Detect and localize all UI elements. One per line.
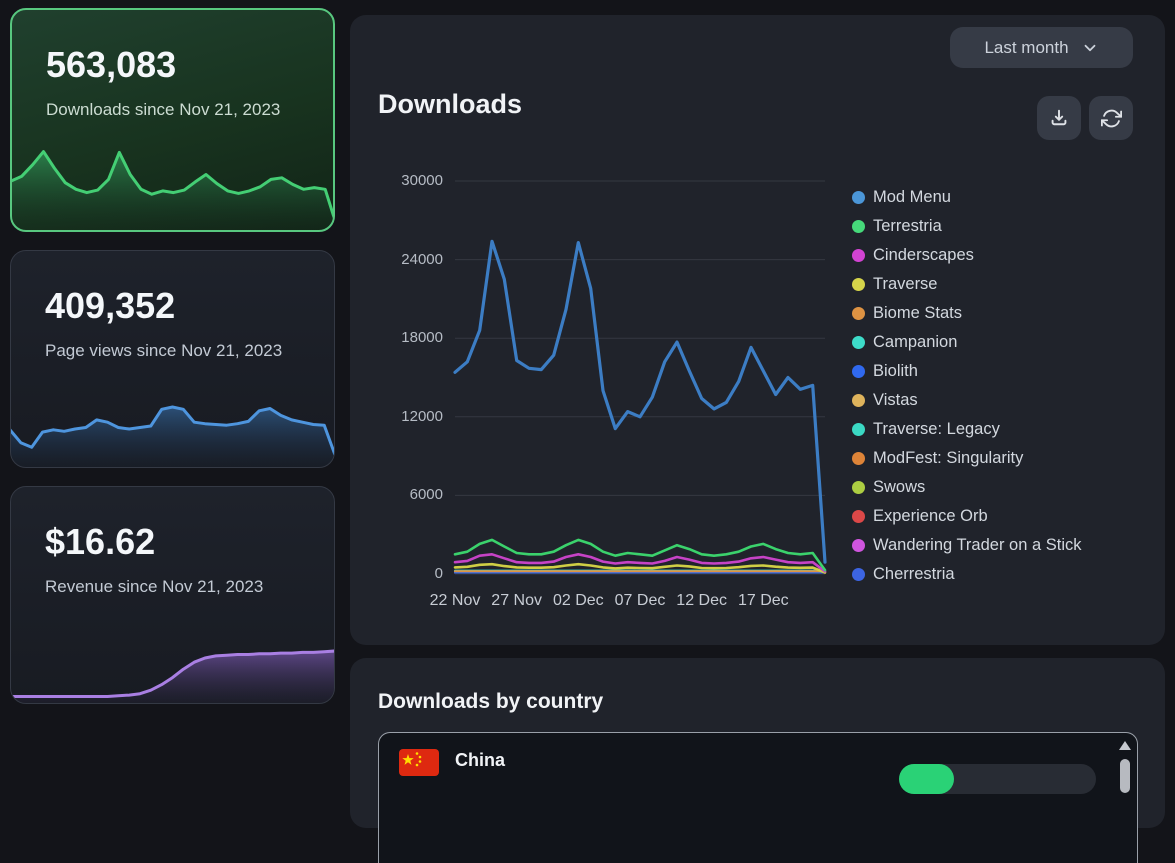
legend-item[interactable]: Traverse bbox=[852, 270, 1082, 299]
legend-color-dot bbox=[852, 336, 865, 349]
legend-item[interactable]: Terrestria bbox=[852, 212, 1082, 241]
x-axis-tick: 17 Dec bbox=[738, 592, 789, 610]
legend-item-label: Experience Orb bbox=[873, 507, 988, 526]
legend-color-dot bbox=[852, 568, 865, 581]
scroll-up-arrow-icon[interactable] bbox=[1119, 741, 1131, 750]
export-download-button[interactable] bbox=[1037, 96, 1081, 140]
legend-item[interactable]: Cinderscapes bbox=[852, 241, 1082, 270]
stat-card-downloads[interactable]: 563,083 Downloads since Nov 21, 2023 bbox=[10, 8, 335, 232]
legend-item-label: ModFest: Singularity bbox=[873, 449, 1023, 468]
revenue-sparkline bbox=[10, 626, 335, 704]
x-axis-tick: 12 Dec bbox=[676, 592, 727, 610]
legend-item[interactable]: ModFest: Singularity bbox=[852, 444, 1082, 473]
downloads-by-country-panel: Downloads by country China bbox=[350, 658, 1165, 828]
panel-title: Downloads bbox=[378, 89, 522, 120]
x-axis-tick: 22 Nov bbox=[430, 592, 481, 610]
x-axis-tick: 27 Nov bbox=[491, 592, 542, 610]
page-views-sparkline bbox=[10, 384, 335, 468]
page-views-total: 409,352 bbox=[45, 285, 175, 327]
analytics-dashboard: 563,083 Downloads since Nov 21, 2023 409… bbox=[0, 0, 1175, 774]
stat-card-page-views[interactable]: 409,352 Page views since Nov 21, 2023 bbox=[10, 250, 335, 468]
downloads-line-chart bbox=[455, 181, 825, 575]
legend-item-label: Wandering Trader on a Stick bbox=[873, 536, 1082, 555]
legend-item-label: Campanion bbox=[873, 333, 957, 352]
legend-item[interactable]: Campanion bbox=[852, 328, 1082, 357]
date-range-dropdown[interactable]: Last month bbox=[950, 27, 1133, 68]
legend-color-dot bbox=[852, 394, 865, 407]
downloads-panel: Last month Downloads 060001200018000240 bbox=[350, 15, 1165, 645]
country-name: China bbox=[455, 750, 505, 771]
legend-color-dot bbox=[852, 307, 865, 320]
legend-color-dot bbox=[852, 278, 865, 291]
y-axis-tick: 6000 bbox=[350, 486, 443, 503]
revenue-total-label: Revenue since Nov 21, 2023 bbox=[45, 575, 305, 598]
x-axis-tick: 07 Dec bbox=[615, 592, 666, 610]
legend-item[interactable]: Cherrestria bbox=[852, 560, 1082, 589]
stat-card-revenue[interactable]: $16.62 Revenue since Nov 21, 2023 bbox=[10, 486, 335, 704]
refresh-icon bbox=[1101, 108, 1122, 129]
country-list: China bbox=[378, 732, 1138, 863]
legend-item[interactable]: Wandering Trader on a Stick bbox=[852, 531, 1082, 560]
legend-color-dot bbox=[852, 249, 865, 262]
country-list-scrollbar[interactable] bbox=[1118, 735, 1132, 863]
legend-item-label: Traverse bbox=[873, 275, 938, 294]
legend-item-label: Swows bbox=[873, 478, 925, 497]
y-axis-tick: 12000 bbox=[350, 408, 443, 425]
page-views-total-label: Page views since Nov 21, 2023 bbox=[45, 339, 305, 362]
y-axis-tick: 18000 bbox=[350, 329, 443, 346]
legend-item-label: Cinderscapes bbox=[873, 246, 974, 265]
legend-item-label: Terrestria bbox=[873, 217, 942, 236]
country-row: China bbox=[379, 733, 1137, 829]
downloads-total-label: Downloads since Nov 21, 2023 bbox=[46, 98, 306, 121]
revenue-total: $16.62 bbox=[45, 521, 155, 563]
legend-item[interactable]: Swows bbox=[852, 473, 1082, 502]
legend-item-label: Cherrestria bbox=[873, 565, 955, 584]
legend-color-dot bbox=[852, 510, 865, 523]
country-progress-fill bbox=[899, 764, 954, 794]
date-range-label: Last month bbox=[984, 38, 1068, 58]
legend-color-dot bbox=[852, 365, 865, 378]
downloads-total: 563,083 bbox=[46, 44, 176, 86]
legend-item[interactable]: Vistas bbox=[852, 386, 1082, 415]
legend-item-label: Traverse: Legacy bbox=[873, 420, 1000, 439]
refresh-button[interactable] bbox=[1089, 96, 1133, 140]
legend-item[interactable]: Biome Stats bbox=[852, 299, 1082, 328]
legend-item[interactable]: Traverse: Legacy bbox=[852, 415, 1082, 444]
legend-color-dot bbox=[852, 539, 865, 552]
legend-item-label: Vistas bbox=[873, 391, 918, 410]
legend-color-dot bbox=[852, 220, 865, 233]
legend-color-dot bbox=[852, 452, 865, 465]
china-flag-icon bbox=[399, 749, 439, 776]
legend-item-label: Biolith bbox=[873, 362, 918, 381]
legend-color-dot bbox=[852, 481, 865, 494]
country-panel-title: Downloads by country bbox=[378, 690, 603, 714]
legend-item[interactable]: Biolith bbox=[852, 357, 1082, 386]
y-axis-tick: 30000 bbox=[350, 172, 443, 189]
legend-item[interactable]: Experience Orb bbox=[852, 502, 1082, 531]
scrollbar-thumb[interactable] bbox=[1120, 759, 1130, 793]
downloads-sparkline bbox=[11, 141, 335, 231]
legend-color-dot bbox=[852, 423, 865, 436]
download-icon bbox=[1048, 107, 1070, 129]
x-axis-tick: 02 Dec bbox=[553, 592, 604, 610]
legend-item[interactable]: Mod Menu bbox=[852, 183, 1082, 212]
y-axis-tick: 0 bbox=[350, 565, 443, 582]
chevron-down-icon bbox=[1081, 39, 1099, 57]
legend-color-dot bbox=[852, 191, 865, 204]
legend-item-label: Mod Menu bbox=[873, 188, 951, 207]
chart-legend: Mod Menu Terrestria Cinderscapes Travers… bbox=[852, 183, 1082, 589]
legend-item-label: Biome Stats bbox=[873, 304, 962, 323]
y-axis-tick: 24000 bbox=[350, 251, 443, 268]
country-progress-track bbox=[899, 764, 1096, 794]
